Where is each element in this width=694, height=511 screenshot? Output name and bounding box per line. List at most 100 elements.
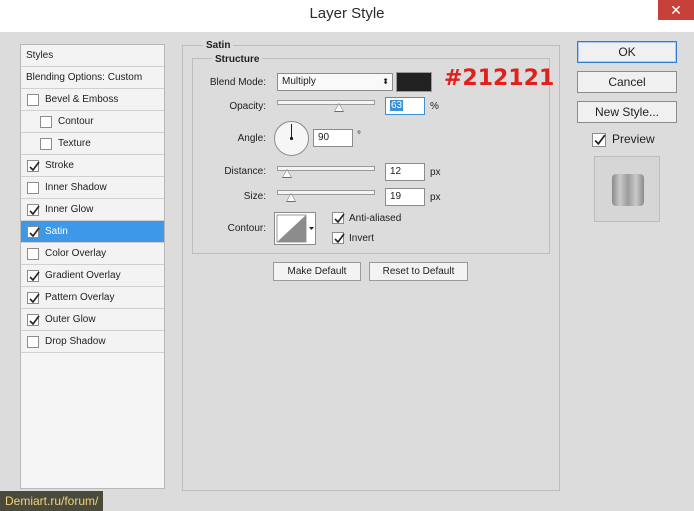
inner-shadow-checkbox[interactable] (27, 182, 39, 194)
color-overlay-checkbox[interactable] (27, 248, 39, 260)
style-item-color-overlay[interactable]: Color Overlay (21, 243, 164, 265)
cancel-button[interactable]: Cancel (577, 71, 677, 93)
styles-header[interactable]: Styles (21, 45, 164, 67)
style-item-outer-glow[interactable]: Outer Glow (21, 309, 164, 331)
style-item-label: Bevel & Emboss (45, 94, 119, 105)
style-item-pattern-overlay[interactable]: Pattern Overlay (21, 287, 164, 309)
outer-glow-checkbox[interactable] (27, 314, 40, 326)
preview-label: Preview (612, 132, 655, 146)
satin-checkbox[interactable] (27, 226, 40, 238)
check-icon (594, 134, 606, 146)
invert-checkbox[interactable] (332, 232, 345, 244)
angle-dial[interactable] (274, 121, 309, 156)
window-title: Layer Style (309, 5, 385, 22)
check-icon (29, 315, 40, 326)
style-item-texture[interactable]: Texture (21, 133, 164, 155)
texture-checkbox[interactable] (40, 138, 52, 150)
style-item-stroke[interactable]: Stroke (21, 155, 164, 177)
anti-aliased-checkbox[interactable] (332, 212, 345, 224)
check-icon (29, 205, 40, 216)
contour-curve-icon (276, 214, 314, 243)
angle-unit: ° (357, 130, 361, 141)
satin-color-swatch[interactable] (396, 72, 432, 92)
distance-slider-thumb[interactable] (282, 169, 292, 178)
blending-options-label: Blending Options: Custom (26, 72, 143, 83)
angle-value: 90 (318, 132, 330, 143)
preview-thumbnail (612, 174, 644, 206)
style-item-bevel-emboss[interactable]: Bevel & Emboss (21, 89, 164, 111)
styles-list: Styles Blending Options: Custom Bevel & … (20, 44, 165, 489)
distance-label: Distance: (224, 166, 266, 177)
style-item-label: Pattern Overlay (45, 292, 115, 303)
style-preview (594, 156, 660, 222)
distance-input[interactable]: 12 (385, 163, 425, 181)
close-button[interactable]: ✕ (658, 0, 694, 20)
bevel-emboss-checkbox[interactable] (27, 94, 39, 106)
style-item-contour[interactable]: Contour (21, 111, 164, 133)
style-item-gradient-overlay[interactable]: Gradient Overlay (21, 265, 164, 287)
style-item-label: Texture (58, 138, 91, 149)
drop-shadow-checkbox[interactable] (27, 336, 39, 348)
contour-label: Contour: (227, 223, 266, 234)
blending-options-item[interactable]: Blending Options: Custom (21, 67, 164, 89)
contour-checkbox[interactable] (40, 116, 52, 128)
style-item-label: Inner Glow (45, 204, 94, 215)
gradient-overlay-checkbox[interactable] (27, 270, 40, 282)
opacity-label: Opacity: (229, 101, 266, 112)
opacity-slider-thumb[interactable] (334, 103, 344, 112)
size-unit: px (430, 192, 441, 203)
style-item-label: Drop Shadow (45, 336, 106, 347)
blend-mode-label: Blend Mode: (209, 77, 266, 88)
opacity-value: 63 (390, 100, 404, 111)
opacity-input[interactable]: 63 (385, 97, 425, 115)
style-item-label: Inner Shadow (45, 182, 107, 193)
check-icon (29, 161, 40, 172)
preview-checkbox[interactable] (592, 133, 606, 147)
size-label: Size: (243, 191, 266, 202)
contour-picker[interactable] (274, 212, 316, 245)
styles-header-label: Styles (26, 50, 54, 61)
updown-arrow-icon: ⬍ (382, 77, 389, 86)
size-value: 19 (390, 191, 402, 202)
style-item-label: Outer Glow (45, 314, 96, 325)
check-icon (334, 233, 345, 244)
distance-unit: px (430, 167, 441, 178)
style-item-inner-shadow[interactable]: Inner Shadow (21, 177, 164, 199)
opacity-unit: % (430, 101, 439, 112)
angle-input[interactable]: 90 (313, 129, 353, 147)
anti-aliased-label: Anti-aliased (349, 213, 402, 224)
invert-label: Invert (349, 233, 375, 244)
angle-needle-icon (289, 124, 294, 141)
reset-to-default-button[interactable]: Reset to Default (369, 262, 468, 281)
style-item-satin[interactable]: Satin (21, 221, 164, 243)
blend-mode-select[interactable]: Multiply ⬍ (277, 73, 393, 91)
close-icon: ✕ (670, 2, 682, 18)
size-input[interactable]: 19 (385, 188, 425, 206)
inner-glow-checkbox[interactable] (27, 204, 40, 216)
distance-value: 12 (390, 166, 402, 177)
style-item-label: Color Overlay (45, 248, 107, 259)
style-item-label: Satin (45, 226, 68, 237)
style-item-label: Gradient Overlay (45, 270, 121, 281)
check-icon (29, 293, 40, 304)
style-item-label: Contour (58, 116, 94, 127)
opacity-slider[interactable] (277, 100, 375, 105)
satin-section-title: Satin (203, 40, 234, 51)
check-icon (29, 271, 40, 282)
structure-section-title: Structure (212, 54, 263, 65)
stroke-checkbox[interactable] (27, 160, 40, 172)
style-item-inner-glow[interactable]: Inner Glow (21, 199, 164, 221)
style-item-drop-shadow[interactable]: Drop Shadow (21, 331, 164, 353)
ok-button[interactable]: OK (577, 41, 677, 63)
blend-mode-value: Multiply (282, 76, 316, 87)
color-hex-annotation: #212121 (444, 66, 555, 91)
pattern-overlay-checkbox[interactable] (27, 292, 40, 304)
check-icon (29, 227, 40, 238)
make-default-button[interactable]: Make Default (273, 262, 361, 281)
style-item-label: Stroke (45, 160, 74, 171)
check-icon (334, 213, 345, 224)
new-style-button[interactable]: New Style... (577, 101, 677, 123)
angle-label: Angle: (237, 133, 266, 144)
watermark: Demiart.ru/forum/ (0, 491, 104, 511)
size-slider-thumb[interactable] (286, 193, 296, 202)
